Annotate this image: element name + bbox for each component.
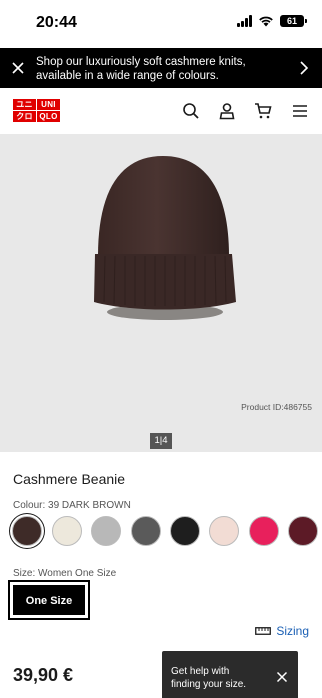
status-icons: 61 xyxy=(237,15,307,27)
promo-banner[interactable]: Shop our luxuriously soft cashmere knits… xyxy=(0,48,322,88)
sizing-link-label: Sizing xyxy=(276,624,309,638)
status-bar: 20:44 61 xyxy=(0,0,322,48)
product-image[interactable]: Product ID:486755 1|4 xyxy=(0,134,322,452)
swatch-pink[interactable] xyxy=(249,516,279,546)
help-popup[interactable]: Get help with finding your size. xyxy=(162,651,298,698)
swatch-off-white[interactable] xyxy=(52,516,82,546)
menu-icon[interactable] xyxy=(291,102,309,120)
swatch-wine[interactable] xyxy=(288,516,318,546)
swatch-gray[interactable] xyxy=(131,516,161,546)
product-title: Cashmere Beanie xyxy=(13,471,126,487)
size-option-button[interactable]: One Size xyxy=(8,580,90,620)
promo-text[interactable]: Shop our luxuriously soft cashmere knits… xyxy=(36,55,286,83)
chevron-right-icon[interactable] xyxy=(298,60,310,76)
swatch-dark-brown[interactable] xyxy=(12,516,42,546)
account-icon[interactable] xyxy=(218,102,236,120)
search-icon[interactable] xyxy=(182,102,200,120)
battery-icon: 61 xyxy=(280,15,307,27)
ruler-icon xyxy=(255,627,272,635)
status-time: 20:44 xyxy=(36,14,77,31)
swatch-light-gray[interactable] xyxy=(91,516,121,546)
colour-swatches xyxy=(12,516,322,548)
cart-icon[interactable] xyxy=(254,102,272,120)
wifi-icon xyxy=(259,16,273,27)
signal-icon xyxy=(237,15,252,27)
product-id: Product ID:486755 xyxy=(241,402,312,412)
sizing-link[interactable]: Sizing xyxy=(255,624,309,638)
site-header: ユニ UNI クロ QLO xyxy=(0,88,322,134)
image-counter: 1|4 xyxy=(150,433,172,449)
close-icon[interactable] xyxy=(276,671,288,683)
swatch-light-pink[interactable] xyxy=(209,516,239,546)
close-icon[interactable] xyxy=(10,60,26,76)
help-popup-text: Get help with finding your size. xyxy=(171,666,247,690)
swatch-black[interactable] xyxy=(170,516,200,546)
price: 39,90 € xyxy=(13,665,74,685)
size-label: Size: Women One Size xyxy=(13,568,117,579)
uniqlo-logo[interactable]: ユニ UNI クロ QLO xyxy=(13,99,60,122)
colour-label: Colour: 39 DARK BROWN xyxy=(13,500,131,511)
